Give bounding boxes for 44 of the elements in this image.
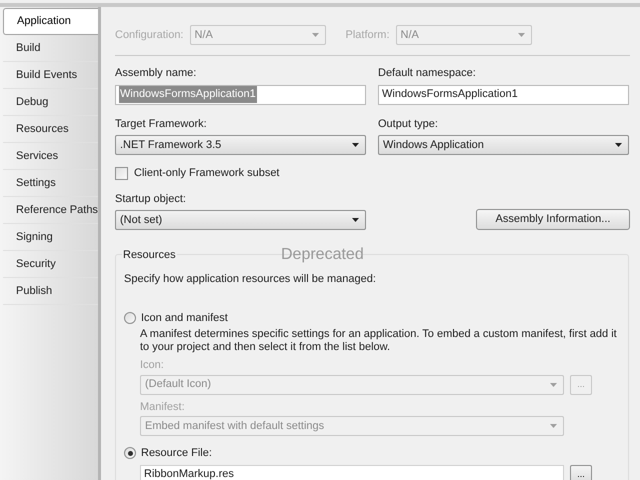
deprecated-text: Deprecated — [281, 245, 364, 265]
field-label: Output type: — [378, 116, 439, 132]
selected-text: WindowsFormsApplication1 — [119, 86, 257, 103]
assembly-information-button[interactable]: Assembly Information... — [476, 209, 630, 230]
tab[interactable]: Signing — [3, 224, 98, 251]
field-label: Icon: — [140, 358, 165, 373]
tab[interactable]: Publish — [3, 278, 98, 305]
browse-button[interactable]: ... — [570, 464, 592, 480]
help-text: A manifest determines specific settings for an application. To embed a custom manifest, first add it to your project and then select it from the list below. — [140, 328, 618, 354]
caret-icon — [550, 382, 557, 386]
radio-button[interactable] — [124, 312, 136, 324]
tab[interactable]: Settings — [3, 170, 98, 197]
caret-icon — [352, 143, 359, 147]
checkbox-label[interactable]: Client-only Framework subset — [134, 165, 280, 182]
dropdown[interactable]: .NET Framework 3.5 — [115, 135, 366, 155]
caret-icon — [518, 33, 525, 37]
field-label: Platform: — [346, 28, 390, 43]
field-label: Manifest: — [140, 400, 186, 414]
checkbox[interactable] — [115, 166, 128, 180]
tab[interactable]: Security — [3, 251, 98, 278]
caret-icon — [615, 143, 622, 147]
radio-button[interactable] — [124, 447, 136, 460]
tab[interactable]: Resources — [3, 116, 98, 143]
caret-icon — [312, 33, 318, 37]
tab[interactable]: Reference Paths — [3, 197, 98, 224]
field-label: Default namespace: — [378, 66, 477, 81]
field-label: Startup object: — [115, 192, 187, 206]
text-field[interactable]: WindowsFormsApplication1 — [378, 84, 629, 104]
dropdown[interactable]: Windows Application — [378, 135, 629, 155]
radio-label[interactable]: Icon and manifest — [141, 310, 228, 326]
tab[interactable]: Debug — [3, 89, 98, 116]
field-label: Assembly name: — [115, 66, 198, 81]
dropdown[interactable]: (Not set) — [115, 210, 366, 230]
tab[interactable]: Application — [3, 8, 98, 35]
text-field[interactable]: RibbonMarkup.res — [140, 464, 564, 480]
tab[interactable]: Build Events — [3, 62, 98, 89]
field-label: Configuration: — [115, 28, 184, 43]
description-text: Specify how application resources will be managed: — [124, 272, 377, 287]
caret-icon — [352, 218, 359, 222]
field-label: Target Framework: — [115, 116, 208, 132]
caret-icon — [550, 424, 557, 428]
radio-label[interactable]: Resource File: — [141, 445, 212, 462]
tab[interactable]: Build — [3, 35, 98, 62]
tab[interactable]: Services — [3, 143, 98, 170]
